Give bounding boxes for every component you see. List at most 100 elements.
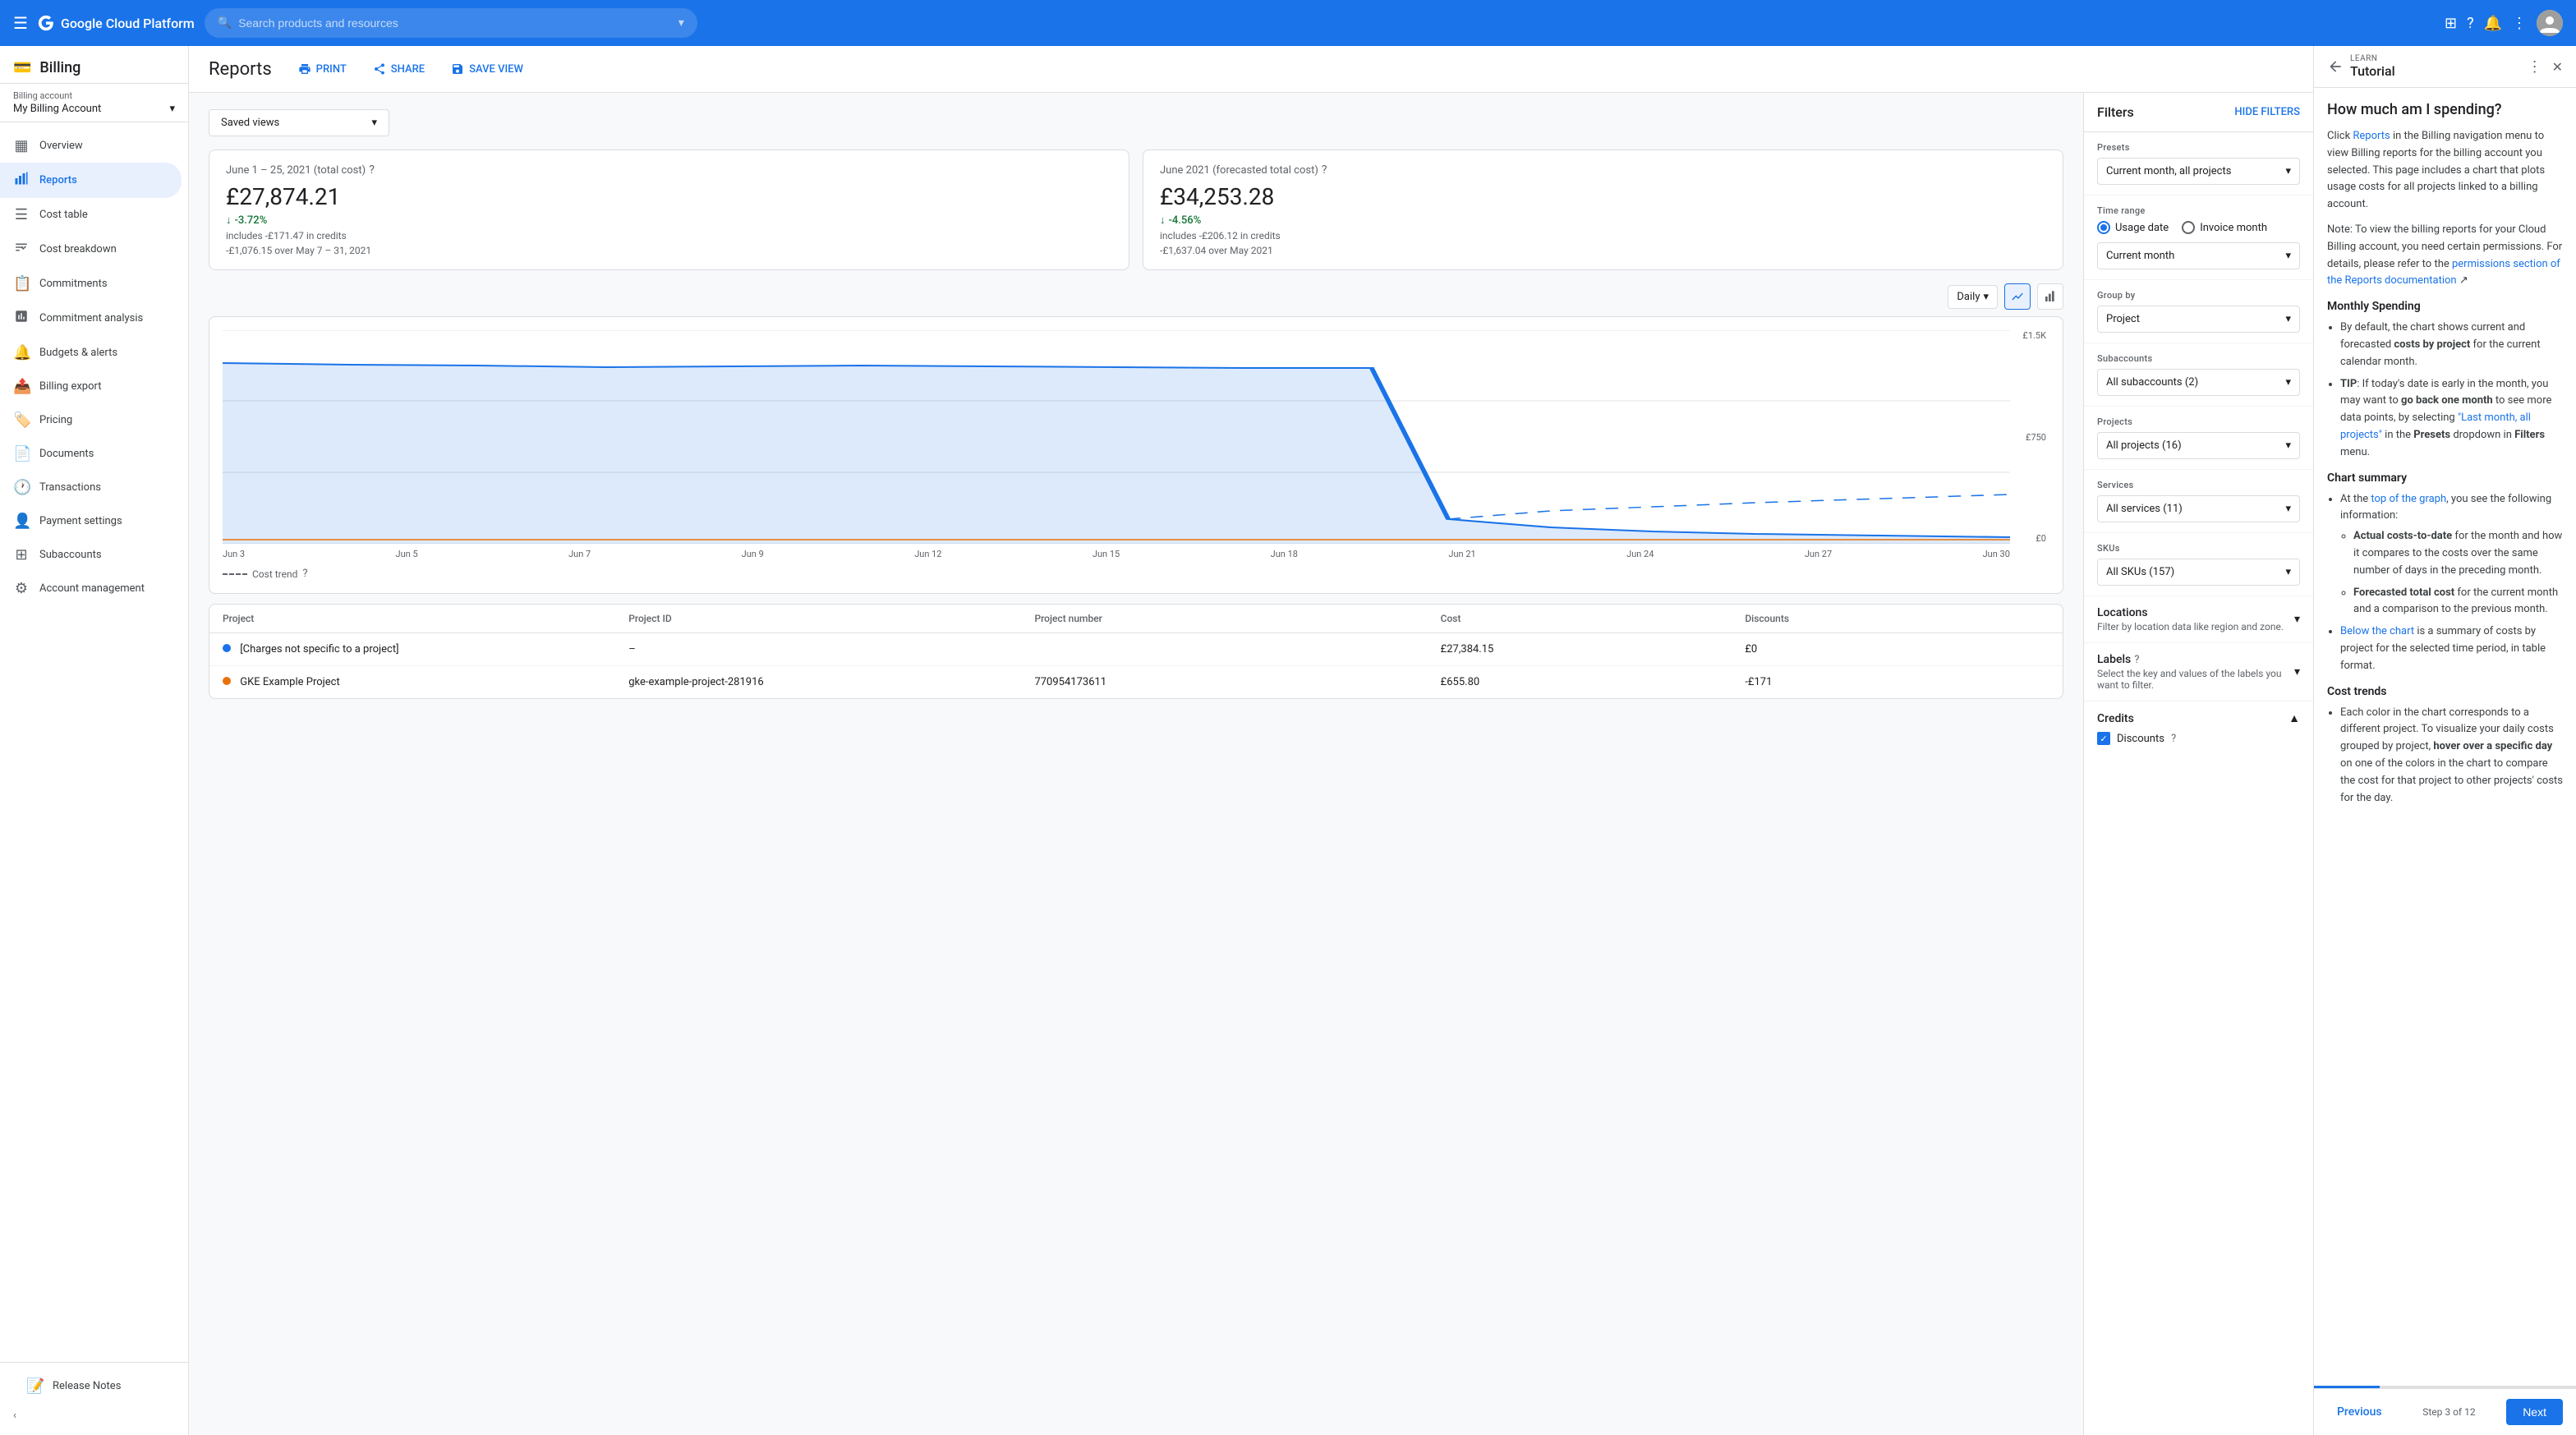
saved-views-dropdown[interactable]: Saved views ▾ bbox=[209, 109, 389, 136]
discounts-checkbox[interactable]: ✓ bbox=[2097, 732, 2110, 745]
sidebar-item-cost-table[interactable]: ☰ Cost table bbox=[0, 198, 182, 232]
sidebar-item-account-management[interactable]: ⚙ Account management bbox=[0, 572, 182, 605]
time-value-select[interactable]: Current month ▾ bbox=[2097, 242, 2300, 269]
locations-section[interactable]: Locations Filter by location data like r… bbox=[2084, 596, 2313, 643]
subaccounts-select[interactable]: All subaccounts (2) ▾ bbox=[2097, 369, 2300, 396]
row2-project: GKE Example Project bbox=[223, 676, 628, 688]
card-subtext-1: includes -£171.47 in credits bbox=[226, 230, 1112, 241]
list-item: By default, the chart shows current and … bbox=[2340, 320, 2563, 370]
labels-section[interactable]: Labels ? Select the key and values of th… bbox=[2084, 643, 2313, 701]
hide-filters-button[interactable]: HIDE FILTERS bbox=[2234, 106, 2300, 118]
sidebar-item-subaccounts[interactable]: ⊞ Subaccounts bbox=[0, 538, 182, 572]
sidebar-item-payment-settings[interactable]: 👤 Payment settings bbox=[0, 504, 182, 538]
search-input[interactable] bbox=[238, 16, 672, 30]
labels-chevron: ▾ bbox=[2294, 665, 2300, 678]
tutorial-more-icon[interactable]: ⋮ bbox=[2528, 58, 2542, 76]
back-icon[interactable] bbox=[2327, 58, 2344, 75]
col-project-id: Project ID bbox=[628, 613, 1034, 624]
user-avatar[interactable] bbox=[2537, 10, 2563, 36]
presets-select[interactable]: Current month, all projects ▾ bbox=[2097, 158, 2300, 185]
col-cost: Cost bbox=[1441, 613, 1746, 624]
next-button[interactable]: Next bbox=[2506, 1399, 2563, 1425]
chart-summary-title: Chart summary bbox=[2327, 471, 2563, 485]
projects-select[interactable]: All projects (16) ▾ bbox=[2097, 432, 2300, 459]
subaccounts-label: Subaccounts bbox=[2097, 353, 2300, 364]
billing-account-select[interactable]: My Billing Account ▾ bbox=[13, 103, 175, 115]
cost-trend-help-icon[interactable]: ? bbox=[302, 568, 307, 580]
more-icon[interactable]: ⋮ bbox=[2512, 15, 2527, 32]
sidebar-item-documents[interactable]: 📄 Documents bbox=[0, 437, 182, 471]
sidebar-item-release-notes[interactable]: 📝 Release Notes bbox=[13, 1369, 168, 1403]
previous-button[interactable]: Previous bbox=[2327, 1399, 2392, 1425]
sidebar-item-pricing[interactable]: 🏷️ Pricing bbox=[0, 403, 182, 437]
hamburger-menu[interactable]: ☰ bbox=[13, 13, 28, 33]
time-chevron: ▾ bbox=[2285, 250, 2291, 262]
sidebar-collapse-button[interactable]: ‹ bbox=[13, 1403, 175, 1428]
print-button[interactable]: PRINT bbox=[292, 57, 353, 80]
card-subtext-2: -£1,076.15 over May 7 – 31, 2021 bbox=[226, 245, 1112, 256]
sidebar-item-overview[interactable]: ▦ Overview bbox=[0, 129, 182, 163]
cost-table-icon: ☰ bbox=[13, 206, 30, 223]
group-by-select[interactable]: Project ▾ bbox=[2097, 306, 2300, 333]
help-icon[interactable]: ? bbox=[369, 163, 375, 177]
bar-chart-button[interactable] bbox=[2037, 283, 2063, 310]
usage-date-radio-circle bbox=[2097, 221, 2110, 234]
pricing-icon: 🏷️ bbox=[13, 412, 30, 429]
permissions-link[interactable]: permissions section of the Reports docum… bbox=[2327, 258, 2560, 287]
tutorial-header: LEARN Tutorial ⋮ ✕ bbox=[2314, 46, 2576, 88]
sidebar-item-label: Account management bbox=[39, 582, 145, 595]
services-select[interactable]: All services (11) ▾ bbox=[2097, 495, 2300, 522]
invoice-month-radio[interactable]: Invoice month bbox=[2182, 221, 2267, 234]
sidebar-item-commitments[interactable]: 📋 Commitments bbox=[0, 267, 182, 301]
card-period-actual: June 1 – 25, 2021 (total cost) ? bbox=[226, 163, 1112, 177]
sidebar-item-budgets-alerts[interactable]: 🔔 Budgets & alerts bbox=[0, 336, 182, 370]
overview-icon: ▦ bbox=[13, 137, 30, 154]
summary-card-actual: June 1 – 25, 2021 (total cost) ? £27,874… bbox=[209, 149, 1129, 270]
list-item: Forecasted total cost for the current mo… bbox=[2353, 585, 2563, 619]
search-bar[interactable]: 🔍 ▾ bbox=[205, 8, 697, 38]
below-chart-link[interactable]: Below the chart bbox=[2340, 625, 2414, 637]
sidebar-item-cost-breakdown[interactable]: Cost breakdown bbox=[0, 232, 182, 267]
credits-chevron: ▲ bbox=[2288, 711, 2300, 725]
subaccounts-icon: ⊞ bbox=[13, 546, 30, 563]
row2-project-number: 770954173611 bbox=[1034, 676, 1440, 688]
summary-cards: June 1 – 25, 2021 (total cost) ? £27,874… bbox=[209, 149, 2063, 270]
reports-panel: Saved views ▾ June 1 – 25, 2021 (total c… bbox=[189, 93, 2083, 1435]
group-by-label: Group by bbox=[2097, 290, 2300, 301]
help-icon[interactable]: ? bbox=[1322, 163, 1327, 177]
skus-label: SKUs bbox=[2097, 543, 2300, 554]
labels-help-icon[interactable]: ? bbox=[2134, 654, 2139, 666]
sidebar-item-label: Subaccounts bbox=[39, 549, 102, 561]
reports-icon bbox=[13, 171, 30, 190]
save-view-button[interactable]: SAVE VIEW bbox=[444, 57, 530, 80]
tutorial-close-icon[interactable]: ✕ bbox=[2552, 59, 2563, 75]
share-button[interactable]: SHARE bbox=[366, 57, 431, 80]
apps-icon[interactable]: ⊞ bbox=[2445, 15, 2457, 32]
sidebar-item-label: Overview bbox=[39, 140, 83, 152]
print-label: PRINT bbox=[316, 63, 347, 76]
locations-title: Locations bbox=[2097, 606, 2284, 619]
locations-sub: Filter by location data like region and … bbox=[2097, 621, 2284, 632]
reports-link[interactable]: Reports bbox=[2353, 130, 2390, 142]
cost-trend-legend: Cost trend ? bbox=[223, 568, 2049, 580]
progress-fill bbox=[2314, 1386, 2380, 1388]
card-period-forecast: June 2021 (forecasted total cost) ? bbox=[1160, 163, 2046, 177]
share-label: SHARE bbox=[391, 63, 425, 76]
usage-date-radio[interactable]: Usage date bbox=[2097, 221, 2169, 234]
discounts-help-icon[interactable]: ? bbox=[2171, 733, 2176, 745]
row2-project-id: gke-example-project-281916 bbox=[628, 676, 1034, 688]
sidebar-item-label: Billing export bbox=[39, 380, 101, 393]
sidebar-item-billing-export[interactable]: 📤 Billing export bbox=[0, 370, 182, 403]
top-graph-link[interactable]: top of the graph bbox=[2371, 493, 2446, 505]
sidebar-item-transactions[interactable]: 🕐 Transactions bbox=[0, 471, 182, 504]
notifications-icon[interactable]: 🔔 bbox=[2484, 15, 2502, 32]
tutorial-note-text: Note: To view the billing reports for yo… bbox=[2327, 222, 2563, 290]
line-chart-button[interactable] bbox=[2004, 283, 2031, 310]
sidebar-item-commitment-analysis[interactable]: Commitment analysis bbox=[0, 301, 182, 336]
row2-cost: £655.80 bbox=[1441, 676, 1746, 688]
sidebar-item-reports[interactable]: Reports bbox=[0, 163, 182, 198]
granularity-select[interactable]: Daily ▾ bbox=[1948, 285, 1998, 309]
account-management-icon: ⚙ bbox=[13, 580, 30, 597]
skus-select[interactable]: All SKUs (157) ▾ bbox=[2097, 559, 2300, 586]
help-icon[interactable]: ? bbox=[2467, 15, 2474, 32]
